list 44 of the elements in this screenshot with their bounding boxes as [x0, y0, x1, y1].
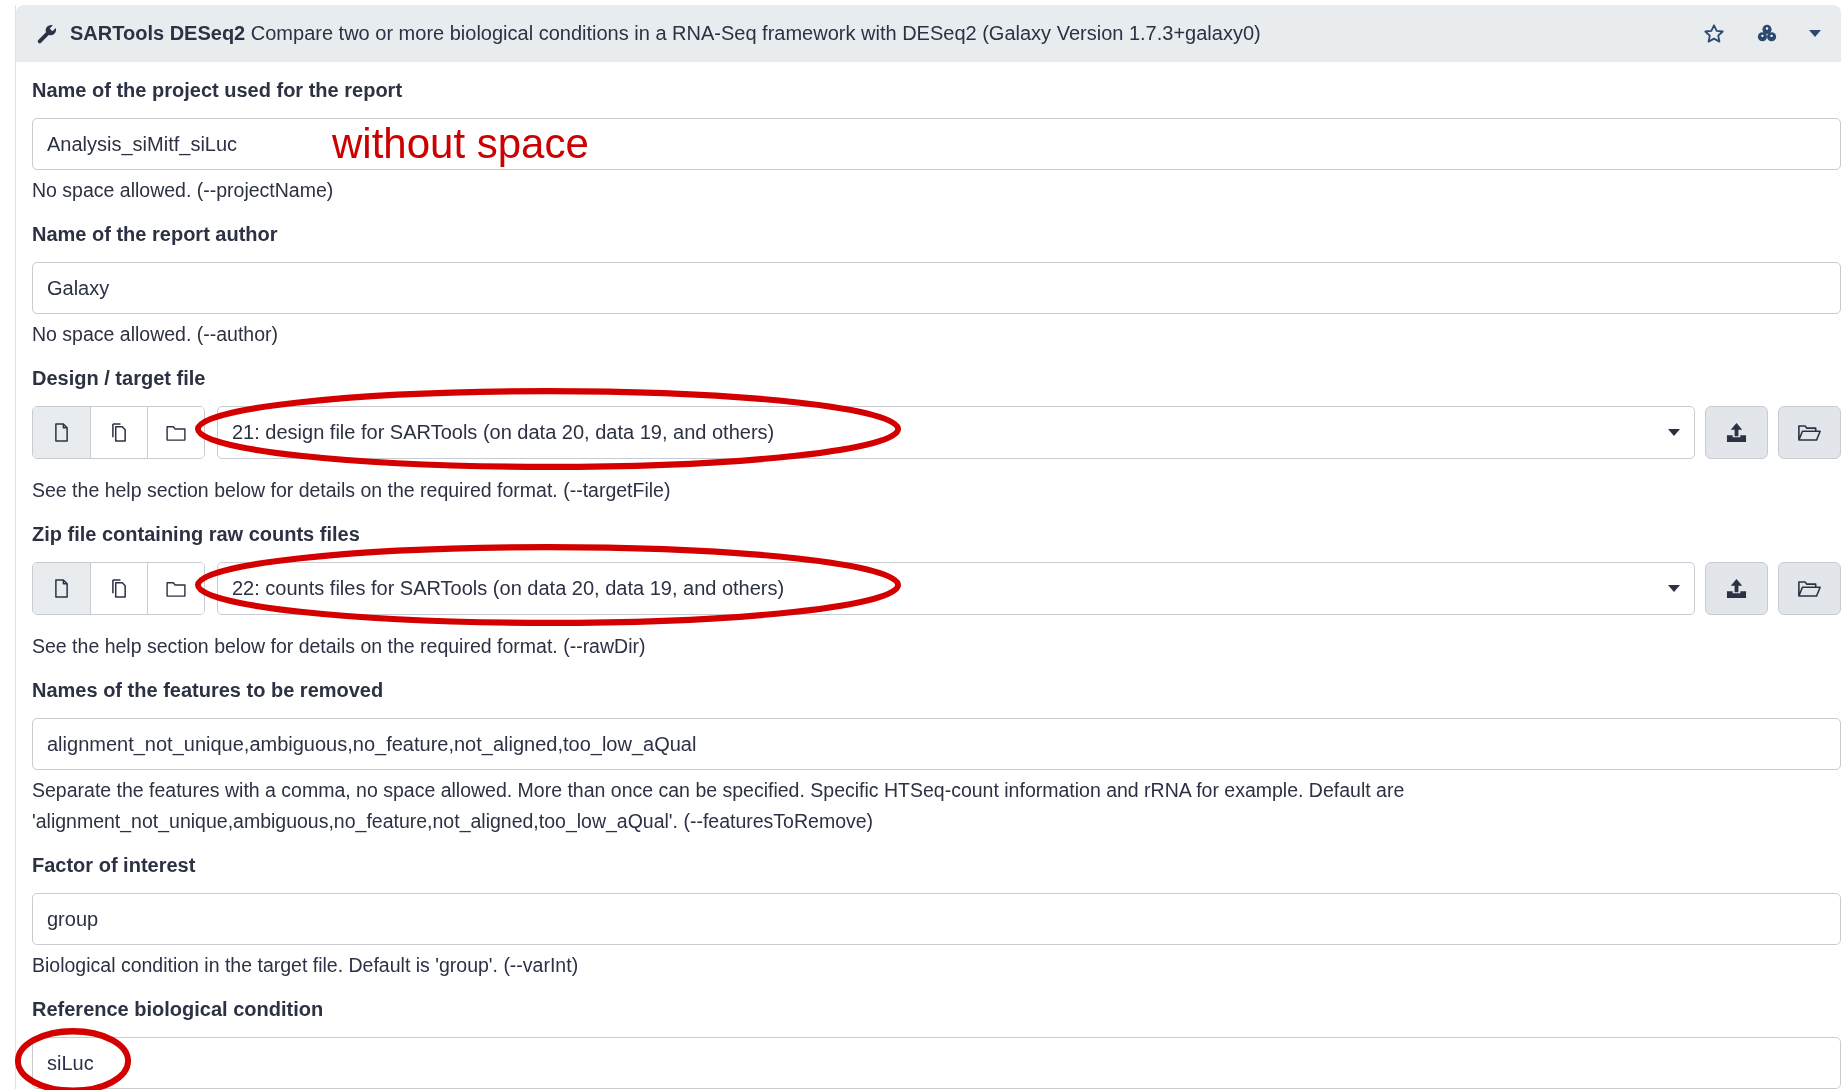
upload-icon	[1726, 422, 1747, 443]
field-label: Factor of interest	[32, 853, 197, 877]
wrench-icon	[36, 22, 58, 45]
single-dataset-button[interactable]	[33, 407, 90, 458]
dataset-select[interactable]: 22: counts files for SARTools (on data 20, data 19, and others)	[217, 562, 1695, 615]
annotation-text: without space	[332, 119, 589, 169]
text-input[interactable]: siLuc	[32, 1037, 1841, 1089]
help-text: See the help section below for details on the required format. (--rawDir)	[32, 634, 647, 659]
field-label: Names of the features to be removed	[32, 678, 385, 702]
tool-title: SARTools DESeq2 Compare two or more biological conditions in a RNA-Seq framework with DESeq2 (Galaxy Version 1.7.3+galaxy0)	[70, 22, 1262, 45]
file-icon	[54, 579, 69, 598]
collection-button[interactable]	[147, 563, 204, 614]
field-label: Design / target file	[32, 366, 207, 390]
field-label: Name of the report author	[32, 222, 279, 246]
field-label: Reference biological condition	[32, 997, 325, 1021]
text-input[interactable]: alignment_not_unique,ambiguous,no_feature,not_aligned,too_low_aQual	[32, 718, 1841, 770]
help-text: Biological condition in the target file. Default is 'group'. (--varInt)	[32, 953, 580, 978]
upload-icon	[1726, 578, 1747, 599]
caret-icon[interactable]	[1809, 29, 1821, 38]
browse-button[interactable]	[1778, 562, 1841, 615]
folder-icon	[166, 424, 186, 441]
text-input[interactable]: Galaxy	[32, 262, 1841, 314]
folder-icon	[166, 580, 186, 597]
help-text: Separate the features with a comma, no space allowed. More than once can be specified. Specific HTSeq-count information and rRNA for example. Default are 'alignment_not_unique,ambiguous,no_feature,not_aligned,too_low_aQual'. (--featuresToRemove)	[32, 778, 1406, 835]
copy-icon	[110, 423, 128, 442]
upload-button[interactable]	[1705, 406, 1768, 459]
help-text: See the help section below for details on the required format. (--targetFile)	[32, 478, 672, 503]
collection-button[interactable]	[147, 407, 204, 458]
help-text: No space allowed. (--author)	[32, 322, 280, 347]
field-label: Name of the project used for the report	[32, 78, 404, 102]
caret-icon	[1668, 428, 1680, 437]
help-text: No space allowed. (--projectName)	[32, 178, 335, 203]
caret-icon	[1668, 584, 1680, 593]
single-dataset-button[interactable]	[33, 563, 90, 614]
browse-button[interactable]	[1778, 406, 1841, 459]
upload-button[interactable]	[1705, 562, 1768, 615]
field-label: Zip file containing raw counts files	[32, 522, 361, 546]
file-icon	[54, 423, 69, 442]
dataset-select[interactable]: 21: design file for SARTools (on data 20, data 19, and others)	[217, 406, 1695, 459]
folder-open-icon	[1798, 423, 1821, 442]
star-icon[interactable]	[1703, 22, 1725, 45]
folder-open-icon	[1798, 579, 1821, 598]
text-input[interactable]: group	[32, 893, 1841, 945]
copy-icon	[110, 579, 128, 598]
